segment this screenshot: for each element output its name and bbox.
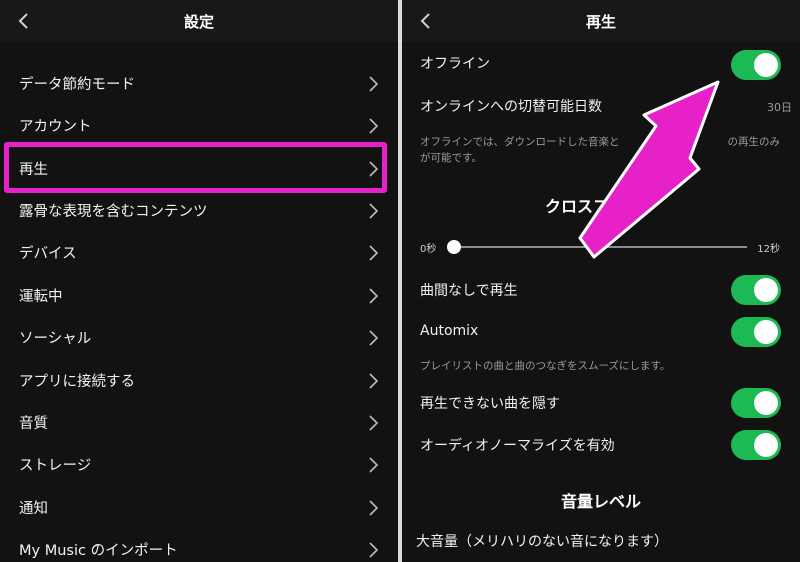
menu-item-label: 露骨な表現を含むコンテンツ [19, 204, 208, 220]
chevron-right-icon [369, 415, 378, 431]
menu-item-label: 通知 [19, 501, 48, 517]
settings-panel: 設定 データ節約モード アカウント 再生 露骨な表現を含むコンテンツ デバイス … [0, 0, 398, 562]
switch-days-value: 30日 [767, 101, 792, 114]
chevron-right-icon [369, 288, 378, 304]
toggle-knob [754, 320, 778, 344]
menu-item-label: 音質 [19, 416, 48, 432]
page-title: 設定 [183, 13, 214, 31]
offline-note-line1: オフラインでは、ダウンロードした音楽と [420, 136, 620, 148]
crossfade-min-label: 0秒 [420, 244, 437, 255]
menu-item-label: アプリに接続する [19, 374, 135, 390]
menu-item-label: デバイス [19, 246, 77, 262]
menu-item-devices[interactable]: デバイス [0, 232, 398, 274]
menu-item-label: アカウント [19, 119, 92, 135]
chevron-right-icon [369, 542, 378, 558]
crossfade-max-label: 12秒 [757, 244, 780, 255]
normalize-label: オーディオノーマライズを有効 [420, 438, 615, 454]
menu-item-import-my-music[interactable]: My Music のインポート [0, 529, 398, 562]
crossfade-slider-track[interactable] [454, 246, 747, 248]
playback-panel: 再生 オフライン オンラインへの切替可能日数 30日 オフラインでは、ダウンロー… [402, 0, 800, 562]
menu-item-social[interactable]: ソーシャル [0, 317, 398, 359]
hide-unplayable-label: 再生できない曲を隠す [420, 396, 560, 412]
menu-item-explicit-content[interactable]: 露骨な表現を含むコンテンツ [0, 190, 398, 232]
menu-item-storage[interactable]: ストレージ [0, 444, 398, 486]
offline-note-line2: が可能です。 [420, 152, 482, 164]
chevron-right-icon [369, 500, 378, 516]
chevron-right-icon [369, 330, 378, 346]
normalize-toggle[interactable] [731, 430, 781, 460]
menu-item-label: データ節約モード [19, 77, 135, 93]
menu-item-label: ストレージ [19, 458, 92, 474]
chevron-right-icon [369, 76, 378, 92]
toggle-knob [754, 391, 778, 415]
crossfade-title: クロスフェード [544, 197, 657, 216]
chevron-right-icon [369, 118, 378, 134]
switch-days-label: オンラインへの切替可能日数 [420, 99, 602, 115]
toggle-knob [754, 53, 778, 77]
menu-item-label: My Music のインポート [19, 543, 178, 559]
automix-note: プレイリストの曲と曲のつなぎをスムーズにします。 [420, 360, 671, 372]
hide-unplayable-toggle[interactable] [731, 388, 781, 418]
gapless-label: 曲間なしで再生 [420, 283, 518, 299]
menu-item-connect-apps[interactable]: アプリに接続する [0, 360, 398, 402]
menu-item-account[interactable]: アカウント [0, 105, 398, 147]
automix-toggle[interactable] [731, 317, 781, 347]
volume-option-loud[interactable]: 大音量（メリハリのない音になります） [416, 531, 668, 551]
chevron-right-icon [369, 373, 378, 389]
menu-item-audio-quality[interactable]: 音質 [0, 402, 398, 444]
menu-item-label: 運転中 [19, 289, 63, 305]
volume-level-title: 音量レベル [560, 492, 641, 511]
crossfade-slider-handle[interactable] [447, 240, 461, 254]
menu-item-notifications[interactable]: 通知 [0, 487, 398, 529]
automix-label: Automix [420, 323, 479, 339]
highlight-box [4, 142, 387, 193]
offline-label: オフライン [420, 56, 490, 72]
toggle-knob [754, 433, 778, 457]
settings-header: 設定 [0, 0, 398, 42]
chevron-right-icon [369, 457, 378, 473]
offline-toggle[interactable] [731, 50, 781, 80]
toggle-knob [754, 278, 778, 302]
playback-header: 再生 [402, 0, 800, 42]
offline-note-line1-end: の再生のみ [727, 136, 781, 148]
menu-item-label: ソーシャル [19, 331, 92, 347]
page-title: 再生 [585, 13, 616, 31]
chevron-right-icon [369, 245, 378, 261]
menu-item-driving[interactable]: 運転中 [0, 275, 398, 317]
gapless-toggle[interactable] [731, 275, 781, 305]
chevron-right-icon [369, 203, 378, 219]
menu-item-data-saver[interactable]: データ節約モード [0, 63, 398, 105]
